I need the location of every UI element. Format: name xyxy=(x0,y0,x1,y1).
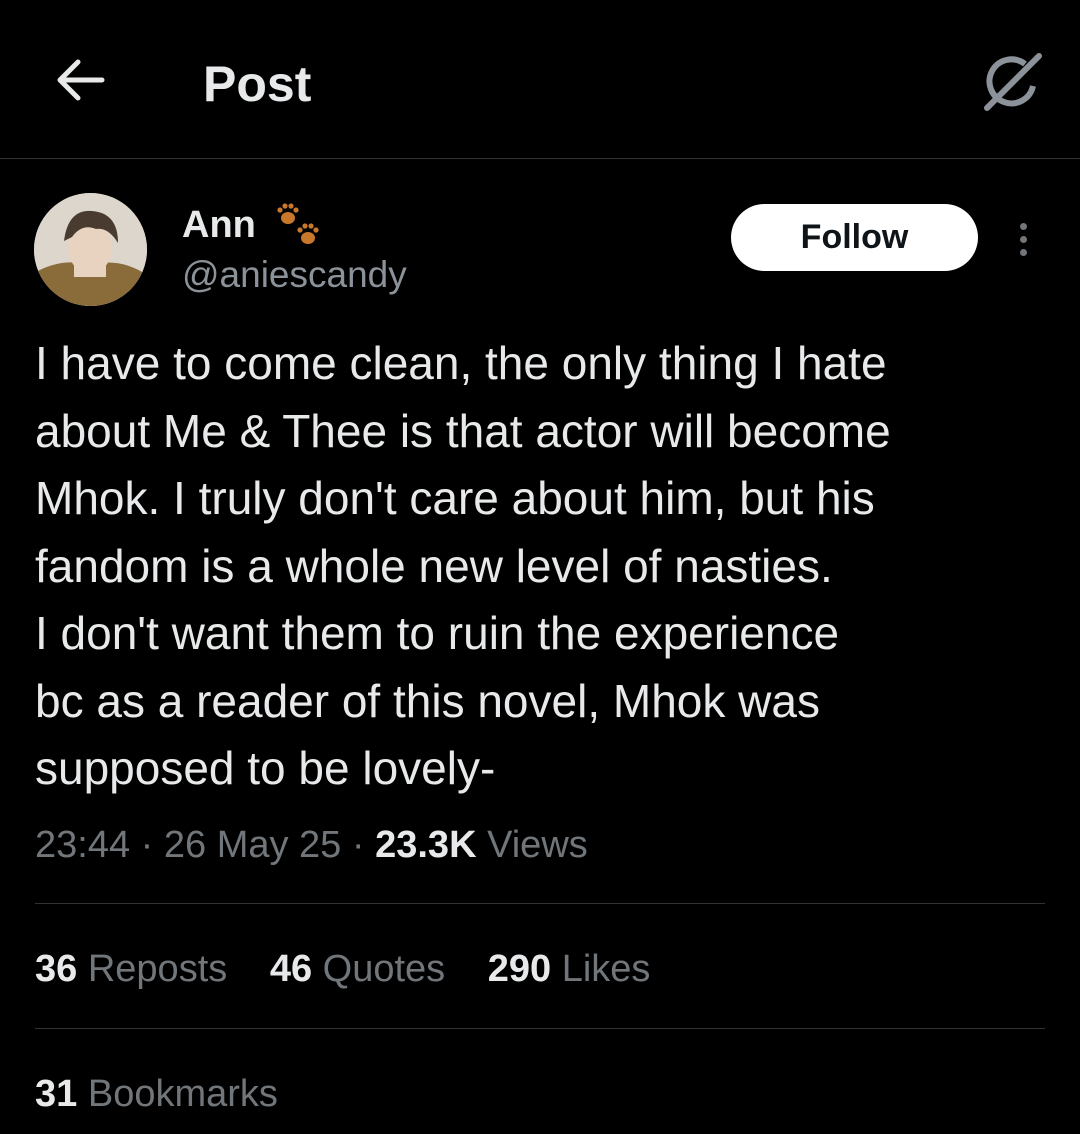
follow-button[interactable]: Follow xyxy=(731,204,978,271)
bookmarks-stat[interactable]: 31 Bookmarks xyxy=(35,1069,278,1119)
likes-count: 290 xyxy=(487,948,552,990)
post-meta: 23:44 · 26 May 25 · 23.3K Views xyxy=(35,820,588,870)
author-name[interactable]: Ann xyxy=(182,202,256,248)
reposts-stat[interactable]: 36 Reposts xyxy=(35,948,227,990)
post-text: I have to come clean, the only thing I h… xyxy=(35,337,891,794)
more-options-button[interactable] xyxy=(1006,214,1040,264)
quotes-count: 46 xyxy=(269,948,313,990)
likes-label: Likes xyxy=(561,948,651,990)
views-label: Views xyxy=(487,824,588,866)
avatar[interactable] xyxy=(34,193,147,306)
meta-separator: · xyxy=(140,824,154,866)
views-count: 23.3K xyxy=(375,824,477,866)
bookmarks-label: Bookmarks xyxy=(87,1073,278,1115)
divider xyxy=(35,903,1045,904)
bookmarks-count: 31 xyxy=(35,1073,78,1115)
top-bar: Post xyxy=(0,0,1080,159)
paw-prints-icon xyxy=(277,203,319,244)
grok-button[interactable] xyxy=(975,50,1045,112)
grok-icon xyxy=(984,53,1042,111)
more-dot-icon xyxy=(1019,235,1027,243)
arrow-left-icon xyxy=(57,59,105,101)
likes-stat[interactable]: 290 Likes xyxy=(488,948,651,990)
reposts-count: 36 xyxy=(35,948,78,990)
engagement-stats: 36 Reposts 46 Quotes 290 Likes xyxy=(35,944,682,994)
meta-separator: · xyxy=(351,824,365,866)
more-dot-icon xyxy=(1019,222,1027,230)
back-button[interactable] xyxy=(52,52,108,108)
quotes-stat[interactable]: 46 Quotes xyxy=(270,948,445,990)
divider xyxy=(35,1028,1045,1029)
quotes-label: Quotes xyxy=(322,948,446,990)
post-date[interactable]: 26 May 25 xyxy=(164,824,341,866)
page-title: Post xyxy=(203,56,312,112)
post-time[interactable]: 23:44 xyxy=(35,824,130,866)
more-dot-icon xyxy=(1019,248,1027,256)
reposts-label: Reposts xyxy=(87,948,228,990)
author-handle[interactable]: @aniescandy xyxy=(182,252,407,298)
